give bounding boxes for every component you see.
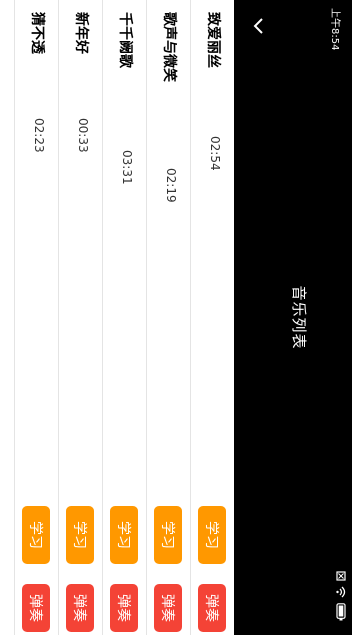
chevron-down-icon <box>245 16 269 36</box>
learn-button[interactable]: 学习 <box>22 506 50 564</box>
app-screen: 上午8:54 音乐列表 致爱丽丝 02:54 学习 弹奏 歌声与微笑 02:19… <box>0 0 352 635</box>
page-title: 音乐列表 <box>290 285 308 350</box>
wifi-icon <box>336 586 346 598</box>
list-item: 致爱丽丝 02:54 学习 弹奏 <box>190 0 234 635</box>
notification-icon <box>336 571 346 581</box>
song-name: 致爱丽丝 <box>205 12 221 68</box>
list-item: 猜不透 02:23 学习 弹奏 <box>14 0 58 635</box>
play-button[interactable]: 弹奏 <box>154 584 182 632</box>
song-duration: 02:54 <box>208 136 222 171</box>
play-button[interactable]: 弹奏 <box>22 584 50 632</box>
list-item: 歌声与微笑 02:19 学习 弹奏 <box>146 0 190 635</box>
list-item: 新年好 00:33 学习 弹奏 <box>58 0 102 635</box>
play-button[interactable]: 弹奏 <box>198 584 226 632</box>
back-button[interactable] <box>242 10 272 42</box>
title-bar: 音乐列表 <box>234 0 322 635</box>
play-button[interactable]: 弹奏 <box>66 584 94 632</box>
play-button[interactable]: 弹奏 <box>110 584 138 632</box>
song-name: 歌声与微笑 <box>161 12 177 82</box>
song-duration: 03:31 <box>120 150 134 185</box>
status-time: 上午8:54 <box>329 8 340 51</box>
learn-button[interactable]: 学习 <box>110 506 138 564</box>
status-icons <box>336 571 346 621</box>
song-duration: 00:33 <box>76 118 90 153</box>
status-bar: 上午8:54 <box>322 0 352 635</box>
song-name: 新年好 <box>73 12 89 54</box>
song-duration: 02:23 <box>32 118 46 153</box>
battery-icon <box>336 603 346 621</box>
song-name: 猜不透 <box>29 12 45 54</box>
learn-button[interactable]: 学习 <box>198 506 226 564</box>
song-duration: 02:19 <box>164 168 178 203</box>
song-list: 致爱丽丝 02:54 学习 弹奏 歌声与微笑 02:19 学习 弹奏 千千阙歌 … <box>14 0 234 635</box>
song-name: 千千阙歌 <box>117 12 133 68</box>
list-item: 千千阙歌 03:31 学习 弹奏 <box>102 0 146 635</box>
learn-button[interactable]: 学习 <box>154 506 182 564</box>
learn-button[interactable]: 学习 <box>66 506 94 564</box>
